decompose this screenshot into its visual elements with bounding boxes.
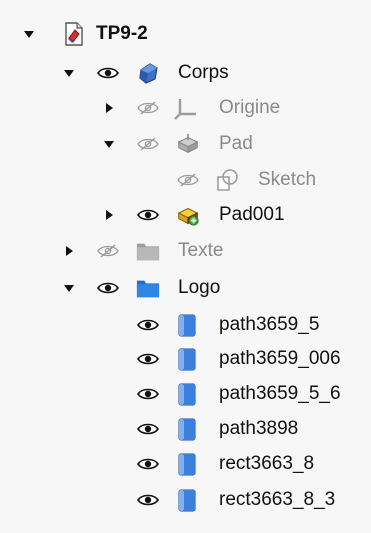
folder-icon — [136, 272, 160, 304]
pad-icon — [176, 199, 200, 231]
tree-item-part[interactable]: rect3663_8_3 — [0, 484, 371, 516]
tree-item-pad001[interactable]: Pad001 — [0, 199, 371, 231]
tree-item-label: Pad001 — [219, 204, 285, 225]
tree-item-root[interactable]: TP9-2 — [0, 18, 371, 50]
document-icon — [62, 18, 86, 50]
eye-icon[interactable] — [137, 484, 159, 516]
tree-item-label: path3898 — [219, 418, 299, 439]
arrow-collapsed-icon[interactable] — [102, 199, 116, 231]
tree-item-label: Origine — [219, 97, 281, 118]
eye-icon[interactable] — [137, 199, 159, 231]
tree-item-corps[interactable]: Corps — [0, 57, 371, 89]
tree-item-label: path3659_5 — [219, 314, 320, 335]
part-cube-icon — [175, 343, 199, 375]
arrow-expanded-icon[interactable] — [102, 128, 116, 160]
tree-item-label: Corps — [178, 62, 229, 83]
eye-icon[interactable] — [137, 413, 159, 445]
tree-item-label: path3659_5_6 — [219, 383, 341, 404]
tree-item-label: TP9-2 — [96, 23, 148, 44]
eye-hidden-icon[interactable] — [137, 128, 159, 160]
eye-icon[interactable] — [137, 309, 159, 341]
tree-item-part[interactable]: rect3663_8 — [0, 448, 371, 480]
tree-item-texte[interactable]: Texte — [0, 235, 371, 267]
tree-item-pad[interactable]: Pad — [0, 128, 371, 160]
eye-icon[interactable] — [97, 57, 119, 89]
tree-item-part[interactable]: path3659_5 — [0, 309, 371, 341]
part-cube-icon — [175, 413, 199, 445]
arrow-expanded-icon[interactable] — [62, 57, 76, 89]
tree-item-label: Pad — [219, 133, 253, 154]
arrow-collapsed-icon[interactable] — [102, 92, 116, 124]
part-cube-icon — [175, 378, 199, 410]
arrow-expanded-icon[interactable] — [62, 272, 76, 304]
tree-item-label: path3659_006 — [219, 348, 341, 369]
model-tree: TP9-2 Corps Origine Pad Sketch Pad001 Te… — [0, 0, 371, 533]
tree-item-part[interactable]: path3659_006 — [0, 343, 371, 375]
part-cube-icon — [175, 309, 199, 341]
eye-icon[interactable] — [137, 343, 159, 375]
tree-item-label: Sketch — [258, 169, 317, 190]
eye-hidden-icon[interactable] — [137, 92, 159, 124]
eye-icon[interactable] — [137, 448, 159, 480]
part-cube-icon — [175, 448, 199, 480]
tree-item-label: Logo — [178, 277, 221, 298]
tree-item-label: rect3663_8_3 — [219, 489, 336, 510]
sketch-icon — [216, 164, 240, 196]
arrow-expanded-icon[interactable] — [22, 18, 36, 50]
eye-icon[interactable] — [137, 378, 159, 410]
folder-icon — [136, 235, 160, 267]
eye-icon[interactable] — [97, 272, 119, 304]
tree-item-label: rect3663_8 — [219, 453, 315, 474]
eye-hidden-icon[interactable] — [177, 164, 199, 196]
tree-item-part[interactable]: path3898 — [0, 413, 371, 445]
tree-item-origine[interactable]: Origine — [0, 92, 371, 124]
pad-icon — [176, 128, 200, 160]
tree-item-part[interactable]: path3659_5_6 — [0, 378, 371, 410]
part-cube-icon — [175, 484, 199, 516]
arrow-collapsed-icon[interactable] — [62, 235, 76, 267]
tree-item-label: Texte — [178, 240, 224, 261]
origin-icon — [174, 92, 198, 124]
eye-hidden-icon[interactable] — [97, 235, 119, 267]
tree-item-sketch[interactable]: Sketch — [0, 164, 371, 196]
tree-item-logo[interactable]: Logo — [0, 272, 371, 304]
body-icon — [136, 57, 160, 89]
